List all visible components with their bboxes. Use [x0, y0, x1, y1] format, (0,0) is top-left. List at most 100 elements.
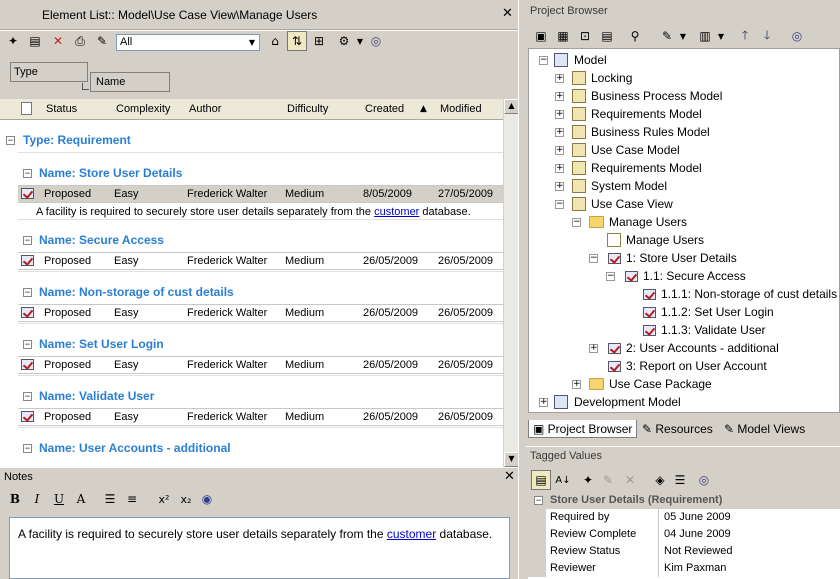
- notes-editor[interactable]: A facility is required to securely store…: [9, 517, 510, 579]
- collapse-icon[interactable]: −: [23, 169, 32, 178]
- new-element-icon[interactable]: ▤: [597, 26, 617, 46]
- scroll-down-icon[interactable]: ▼: [504, 452, 519, 467]
- collapse-icon[interactable]: −: [23, 236, 32, 245]
- collapse-icon[interactable]: −: [23, 288, 32, 297]
- new-diagram-icon[interactable]: ⊡: [575, 26, 595, 46]
- table-row[interactable]: Proposed Easy Frederick Walter Medium 26…: [18, 252, 503, 270]
- table-row[interactable]: Proposed Easy Frederick Walter Medium 26…: [18, 356, 503, 374]
- name-group-label: Name: Store User Details: [39, 166, 183, 180]
- tag-value: Kim Paxman: [664, 562, 727, 574]
- move-up-icon[interactable]: 🡑: [735, 26, 755, 46]
- font-color-icon[interactable]: A: [71, 489, 91, 509]
- tag-value: Not Reviewed: [664, 545, 733, 557]
- collapse-icon[interactable]: −: [534, 496, 543, 505]
- tag-icon[interactable]: ⌂: [265, 31, 285, 51]
- new-folder-icon[interactable]: ▦: [553, 26, 573, 46]
- collapse-icon[interactable]: −: [23, 392, 32, 401]
- notes-close-button[interactable]: ✕: [504, 469, 515, 484]
- collapse-icon[interactable]: −: [6, 136, 15, 145]
- scroll-up-icon[interactable]: ▲: [504, 99, 519, 114]
- collapse-icon[interactable]: −: [23, 340, 32, 349]
- name-group-row[interactable]: − Name: Secure Access: [18, 219, 503, 247]
- find-icon[interactable]: ⚲: [625, 26, 645, 46]
- column-difficulty[interactable]: Difficulty: [287, 103, 328, 115]
- hyperlink-icon[interactable]: ◉: [197, 489, 217, 509]
- table-row[interactable]: Proposed Easy Frederick Walter Medium 8/…: [18, 185, 503, 203]
- cell-modified: 27/05/2009: [438, 188, 494, 200]
- help-icon[interactable]: ◎: [787, 26, 807, 46]
- tree-label: 1.1.3: Validate User: [661, 323, 766, 337]
- tab-resources[interactable]: ✎ Resources: [638, 420, 717, 438]
- group-view-icon[interactable]: ▤: [531, 470, 551, 490]
- tagged-value-row[interactable]: Review Complete 04 June 2009: [528, 526, 840, 543]
- edit-dropdown-icon[interactable]: ▼: [673, 26, 693, 46]
- superscript-icon[interactable]: x²: [154, 489, 174, 509]
- filter-select[interactable]: All ▼: [116, 34, 260, 51]
- name-group-row[interactable]: − Name: Validate User: [18, 375, 503, 403]
- tagged-value-row[interactable]: Review Status Not Reviewed: [528, 543, 840, 560]
- help-icon[interactable]: ◎: [694, 470, 714, 490]
- tree-label: Locking: [591, 71, 633, 85]
- column-author[interactable]: Author: [189, 103, 221, 115]
- sort-az-icon[interactable]: A↓: [553, 470, 573, 490]
- column-modified[interactable]: Modified: [440, 103, 482, 115]
- column-created[interactable]: Created: [365, 103, 404, 115]
- tagged-value-row[interactable]: Required by 05 June 2009: [528, 509, 840, 526]
- notes-customer-link[interactable]: customer: [387, 527, 436, 541]
- new-tag-icon[interactable]: ✦: [578, 470, 598, 490]
- element-list-close-button[interactable]: ✕: [502, 6, 513, 21]
- customer-link[interactable]: customer: [374, 206, 419, 218]
- chevron-down-icon[interactable]: ▼: [245, 35, 259, 50]
- name-group-row[interactable]: − Name: Store User Details: [18, 152, 503, 180]
- properties-icon[interactable]: ▤: [25, 31, 45, 51]
- tab-project-browser[interactable]: ▣ Project Browser: [528, 420, 638, 438]
- delete-icon[interactable]: ✕: [48, 31, 68, 51]
- tag-icon[interactable]: ◈: [650, 470, 670, 490]
- delete-tag-icon[interactable]: ✕: [620, 470, 640, 490]
- name-group-row[interactable]: − Name: User Accounts - additional: [18, 427, 503, 455]
- filter-value: All: [120, 36, 133, 48]
- column-complexity[interactable]: Complexity: [116, 103, 170, 115]
- cell-author: Frederick Walter: [187, 359, 268, 371]
- numbered-list-icon[interactable]: ≡: [122, 489, 142, 509]
- tagged-values-toolbar: ▤ A↓ ✦ ✎ ✕ ◈ ☰ ◎: [526, 468, 840, 492]
- type-group-row[interactable]: − Type: Requirement: [0, 131, 503, 151]
- element-grid: − Type: Requirement − Name: Store User D…: [0, 121, 503, 467]
- bullet-list-icon[interactable]: ☰: [100, 489, 120, 509]
- tab-model-views[interactable]: ✎ Model Views: [720, 420, 809, 438]
- table-row[interactable]: Proposed Easy Frederick Walter Medium 26…: [18, 304, 503, 322]
- name-group-row[interactable]: − Name: Set User Login: [18, 323, 503, 351]
- element-list-scrollbar[interactable]: ▲ ▼: [503, 99, 519, 467]
- italic-icon[interactable]: I: [27, 489, 47, 509]
- project-browser-titlebar: Project Browser: [526, 0, 840, 22]
- table-row[interactable]: Proposed Easy Frederick Walter Medium 26…: [18, 408, 503, 426]
- group-by-type[interactable]: Type: [10, 62, 88, 82]
- group-by-area: Type Name: [0, 55, 518, 99]
- group-by-name[interactable]: Name: [90, 72, 170, 92]
- new-package-icon[interactable]: ▣: [531, 26, 551, 46]
- print-icon[interactable]: ⎙: [70, 31, 90, 51]
- tagged-value-row[interactable]: Reviewer Kim Paxman: [528, 560, 840, 577]
- edit-tag-icon[interactable]: ✎: [598, 470, 618, 490]
- bold-icon[interactable]: B: [5, 489, 25, 509]
- package-dropdown-icon[interactable]: ▼: [711, 26, 731, 46]
- help-icon[interactable]: ◎: [366, 31, 386, 51]
- underline-icon[interactable]: U: [49, 489, 69, 509]
- requirement-icon: [643, 307, 656, 318]
- name-group-label: Name: Set User Login: [39, 337, 164, 351]
- column-status[interactable]: Status: [46, 103, 77, 115]
- hierarchy-icon[interactable]: ⊞: [309, 31, 329, 51]
- name-group-row[interactable]: − Name: Non-storage of cust details: [18, 271, 503, 299]
- collapse-icon[interactable]: −: [23, 444, 32, 453]
- group-by-icon[interactable]: ⇅: [287, 31, 307, 51]
- requirement-icon: [625, 271, 638, 282]
- cell-complexity: Easy: [114, 411, 139, 423]
- edit-icon[interactable]: ✎: [92, 31, 112, 51]
- new-element-icon[interactable]: ✦: [3, 31, 23, 51]
- subscript-icon[interactable]: x₂: [176, 489, 196, 509]
- package-icon: [572, 179, 586, 193]
- tag-list-icon[interactable]: ☰: [670, 470, 690, 490]
- move-down-icon[interactable]: 🡓: [757, 26, 777, 46]
- tagged-values-group[interactable]: − Store User Details (Requirement): [528, 492, 840, 509]
- vertical-splitter[interactable]: [518, 0, 526, 579]
